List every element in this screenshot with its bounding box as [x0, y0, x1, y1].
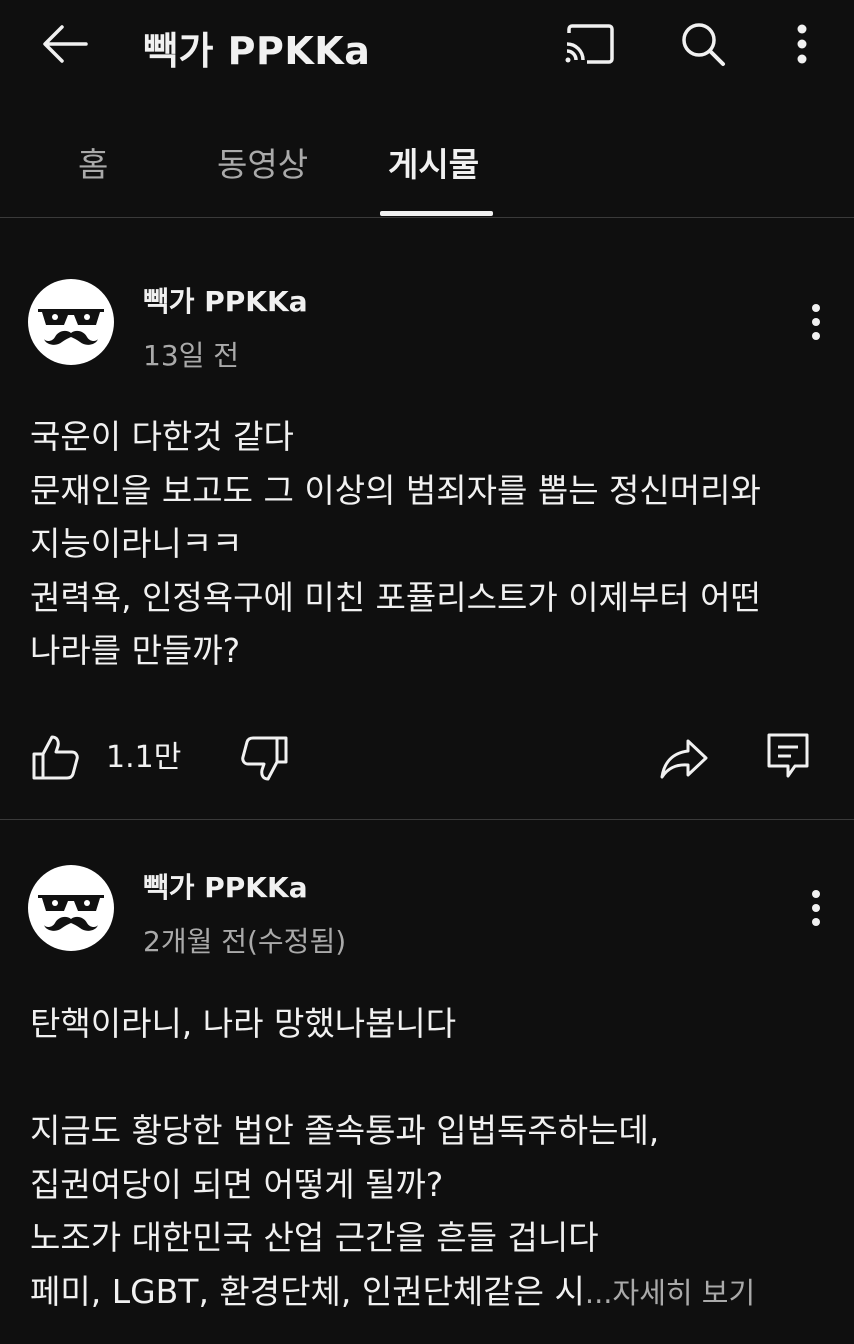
- post-actions: 1.1만: [0, 720, 854, 790]
- read-more-link[interactable]: 자세히 보기: [613, 1276, 756, 1310]
- cast-icon[interactable]: [556, 18, 622, 70]
- post-text-line: 페미, LGBT, 환경단체, 인권단체같은 시: [30, 1271, 585, 1311]
- post-text-line: 국운이 다한것 같다: [30, 417, 294, 456]
- post-text-line: 지능이라니ㅋㅋ: [30, 524, 243, 563]
- tab-posts[interactable]: 게시물: [388, 138, 479, 186]
- search-icon[interactable]: [672, 18, 734, 70]
- post-text-line-truncated: 페미, LGBT, 환경단체, 인권단체같은 시...자세히 보기: [30, 1265, 830, 1319]
- post-text-line: 노조가 대한민국 산업 근간을 흔들 겁니다: [30, 1218, 599, 1257]
- share-icon[interactable]: [658, 734, 710, 784]
- post-more-icon[interactable]: [796, 878, 836, 938]
- post-text-line: 집권여당이 되면 어떻게 될까?: [30, 1164, 444, 1204]
- post-author[interactable]: 빽가 PPKKa: [143, 866, 308, 906]
- app-bar: 빽가 PPKKa: [0, 0, 854, 90]
- community-post: 빽가 PPKKa 13일 전 국운이 다한것 같다 문재인을 보고도 그 이상의…: [0, 220, 854, 820]
- sunglasses-mustache-logo-icon: [38, 895, 104, 931]
- post-timestamp: 2개월 전(수정됨): [143, 925, 347, 958]
- ellipsis: ...: [584, 1275, 613, 1310]
- like-icon[interactable]: [30, 732, 80, 782]
- comment-icon[interactable]: [764, 730, 812, 782]
- sunglasses-mustache-logo-icon: [38, 309, 104, 345]
- like-count: 1.1만: [106, 740, 182, 775]
- avatar[interactable]: [28, 279, 114, 365]
- post-text: 탄핵이라니, 나라 망했나봅니다 지금도 황당한 법안 졸속통과 입법독주하는데…: [30, 997, 830, 1318]
- channel-title: 빽가 PPKKa: [143, 29, 371, 73]
- post-author[interactable]: 빽가 PPKKa: [143, 280, 308, 320]
- post-text-line: 권력욕, 인정욕구에 미친 포퓰리스트가 이제부터 어떤: [30, 577, 761, 617]
- avatar[interactable]: [28, 865, 114, 951]
- dislike-icon[interactable]: [240, 734, 290, 784]
- post-timestamp: 13일 전: [143, 339, 240, 372]
- active-tab-indicator: [380, 211, 493, 216]
- post-more-icon[interactable]: [796, 292, 836, 352]
- post-text: 국운이 다한것 같다 문재인을 보고도 그 이상의 범죄자를 뽑는 정신머리와 …: [30, 410, 830, 678]
- community-post: 빽가 PPKKa 2개월 전(수정됨) 탄핵이라니, 나라 망했나봅니다 지금도…: [0, 822, 854, 1344]
- post-text-line: 지금도 황당한 법안 졸속통과 입법독주하는데,: [30, 1111, 660, 1150]
- tab-home[interactable]: 홈: [78, 138, 108, 186]
- tab-videos[interactable]: 동영상: [217, 138, 308, 186]
- post-text-line: 나라를 만들까?: [30, 631, 241, 670]
- more-vertical-icon[interactable]: [780, 18, 824, 70]
- post-text-line: 탄핵이라니, 나라 망했나봅니다: [30, 1004, 457, 1043]
- channel-tabs: 홈 동영상 게시물: [0, 118, 854, 218]
- post-text-line: 문재인을 보고도 그 이상의 범죄자를 뽑는 정신머리와: [30, 470, 761, 510]
- post-text-line: [30, 1051, 830, 1105]
- back-arrow-icon[interactable]: [30, 18, 100, 70]
